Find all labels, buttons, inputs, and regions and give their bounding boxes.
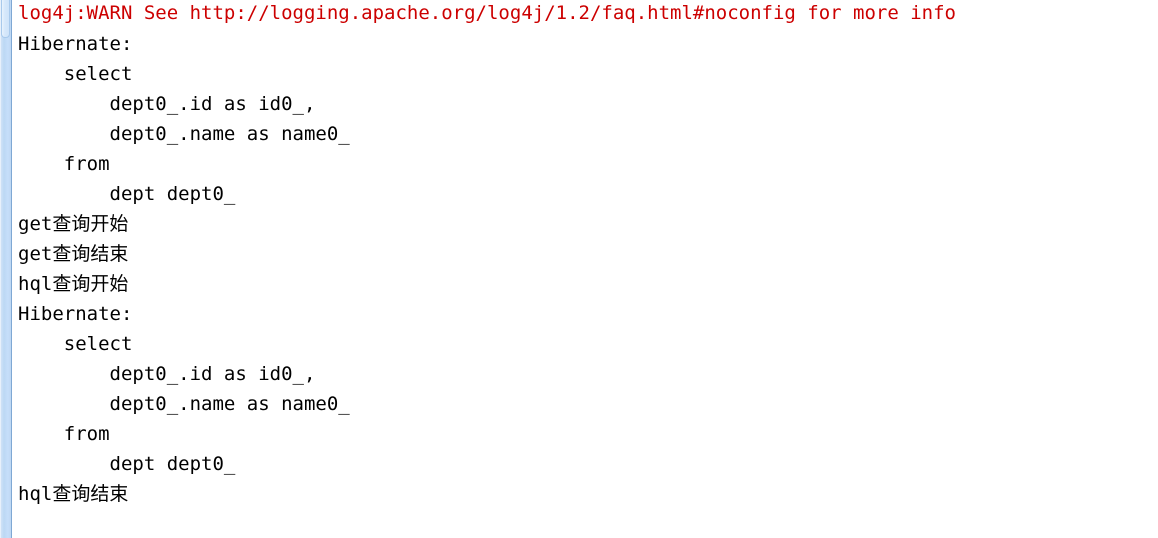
console-line: dept dept0_ [18,453,236,475]
console-line: log4j:WARN See http://logging.apache.org… [18,2,956,24]
console-line: dept0_.id as id0_, [18,93,316,115]
console-line: Hibernate: [18,303,144,325]
console-line: from [18,153,110,175]
console-line: from [18,423,110,445]
console-output-panel: log4j:WARN See http://logging.apache.org… [0,0,1158,538]
console-line: select [18,333,133,355]
vertical-scrollbar-thumb[interactable] [1,0,10,38]
console-line: dept0_.name as name0_ [18,393,350,415]
console-line: dept0_.name as name0_ [18,123,350,145]
console-line: dept0_.id as id0_, [18,363,316,385]
console-line: get查询开始 [18,213,129,235]
console-line: get查询结束 [18,243,129,265]
console-line: dept dept0_ [18,183,236,205]
console-line: hql查询结束 [18,483,129,505]
vertical-scrollbar[interactable] [0,0,12,538]
console-line: hql查询开始 [18,273,129,295]
console-line: Hibernate: [18,33,144,55]
console-text-area[interactable]: log4j:WARN See http://logging.apache.org… [12,0,1158,538]
console-line: select [18,63,133,85]
